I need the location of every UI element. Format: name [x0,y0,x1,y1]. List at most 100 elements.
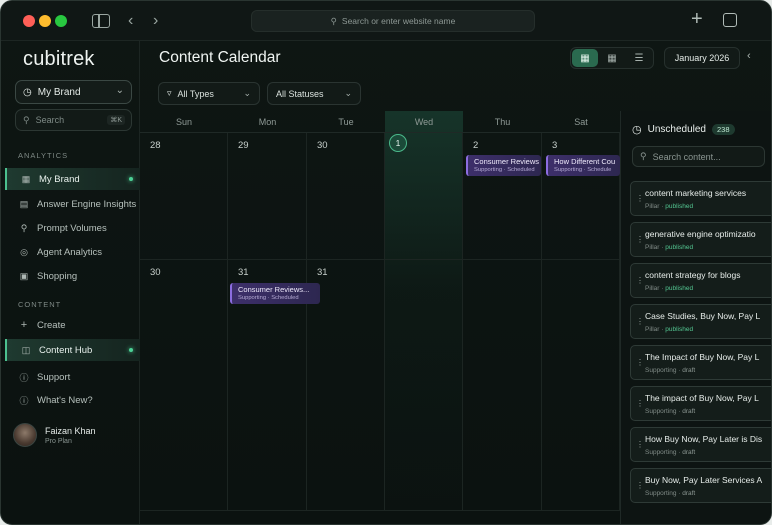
day-cell[interactable]: 28 [140,133,228,260]
item-meta: Pillar · published [645,244,694,251]
active-dot [129,348,133,352]
type-filter[interactable]: ▿ All Types ⌄ [158,82,260,105]
drag-handle-icon[interactable]: ⋮ [636,276,644,285]
item-title: The Impact of Buy Now, Pay L [645,352,760,362]
sidebar: cubitrek ◷ My Brand ⌄ ⚲ Search ⌘K ANALYT… [1,41,140,524]
day-cell[interactable]: 30 [307,133,385,260]
user-profile[interactable]: Faizan Khan Pro Plan [13,423,96,447]
calendar-icon: ▦ [607,52,617,64]
unscheduled-item[interactable]: ⋮ content strategy for blogs Pillar · pu… [630,263,771,298]
bag-icon: ▣ [19,270,29,281]
doc-icon: ▤ [19,198,29,209]
day-cell[interactable]: 29 [228,133,307,260]
help-icon: ⓘ [19,372,29,383]
search-icon: ⚲ [330,15,337,26]
drag-handle-icon[interactable]: ⋮ [636,194,644,203]
sidebar-item-content-hub[interactable]: ◫ Content Hub [5,339,140,361]
sidebar-item-shopping[interactable]: ▣ Shopping [5,265,140,287]
today-indicator: 1 [389,134,407,152]
sidebar-search-placeholder: Search [35,115,65,125]
drag-handle-icon[interactable]: ⋮ [636,399,644,408]
filter-icon: ▿ [167,88,172,98]
search-icon: ⚲ [20,222,28,233]
day-cell[interactable]: 30 [140,260,228,511]
drag-handle-icon[interactable]: ⋮ [636,235,644,244]
item-meta: Pillar · published [645,285,694,292]
unscheduled-item[interactable]: ⋮ generative engine optimizatio Pillar ·… [630,222,771,257]
item-title: content marketing services [645,188,747,198]
day-cell[interactable] [542,260,620,511]
calendar-event[interactable]: Consumer Reviews... Supporting · Schedul… [230,283,320,304]
day-number: 29 [238,140,249,151]
unscheduled-item[interactable]: ⋮ The Impact of Buy Now, Pay L Supportin… [630,345,771,380]
sidebar-item-label: Agent Analytics [37,246,102,258]
status-filter[interactable]: All Statuses ⌄ [267,82,361,105]
sidebar-item-create[interactable]: + Create [5,314,140,336]
close-window-button[interactable] [23,15,35,27]
page-title: Content Calendar [159,49,281,66]
unscheduled-item[interactable]: ⋮ The impact of Buy Now, Pay L Supportin… [630,386,771,421]
url-bar[interactable]: ⚲ Search or enter website name [251,10,535,32]
item-title: Buy Now, Pay Later Services A [645,475,763,485]
item-meta: Supporting · draft [645,490,696,497]
sidebar-item-prompt-volumes[interactable]: ⚲ Prompt Volumes [5,217,140,239]
item-meta: Supporting · draft [645,449,696,456]
day-cell-today[interactable]: 1 [385,133,463,260]
item-meta: Pillar · published [645,326,694,333]
brand-select[interactable]: ◷ My Brand ⌄ [15,80,132,104]
day-number: 30 [150,267,161,278]
item-title: The impact of Buy Now, Pay L [645,393,759,403]
calendar-event[interactable]: How Different Cou Supporting · Schedule [546,155,620,176]
type-filter-label: All Types [177,88,214,99]
sidebar-item-answer-engine-insights[interactable]: ▤ Answer Engine Insights [5,193,140,215]
info-icon: ⓘ [19,395,29,406]
sidebar-toggle-icon[interactable] [92,14,110,28]
unscheduled-title: Unscheduled [647,124,706,135]
weekday-header: Sun [140,111,228,133]
sidebar-item-support[interactable]: ⓘ Support [5,366,140,388]
prev-month-icon[interactable]: ‹ [747,50,751,62]
search-icon: ⚲ [640,151,647,161]
sidebar-item-label: Content Hub [39,344,93,356]
unscheduled-item[interactable]: ⋮ Buy Now, Pay Later Services A Supporti… [630,468,771,503]
sidebar-item-my-brand[interactable]: ▦ My Brand [5,168,140,190]
back-icon[interactable]: ‹ [128,11,133,31]
calendar-view-button[interactable]: ▦ [599,49,625,67]
drag-handle-icon[interactable]: ⋮ [636,358,644,367]
grid-icon: ▦ [21,173,31,184]
unscheduled-item[interactable]: ⋮ How Buy Now, Pay Later is Dis Supporti… [630,427,771,462]
minimize-window-button[interactable] [39,15,51,27]
maximize-window-button[interactable] [55,15,67,27]
list-icon: ☰ [634,52,644,64]
list-view-button[interactable]: ☰ [626,49,652,67]
user-plan: Pro Plan [45,437,72,445]
plus-icon: + [20,319,28,331]
active-dot [129,177,133,181]
sidebar-item-whats-new[interactable]: ⓘ What's New? [5,389,140,411]
new-tab-icon[interactable]: + [691,9,703,29]
event-meta: Supporting · Schedule [554,167,612,173]
month-picker[interactable]: January 2026 [664,47,740,69]
day-cell[interactable]: 3 [542,133,620,260]
calendar-event[interactable]: Consumer Reviews Supporting · Scheduled [466,155,541,176]
sidebar-search-input[interactable]: ⚲ Search ⌘K [15,109,132,131]
day-cell[interactable]: 2 [463,133,542,260]
drag-handle-icon[interactable]: ⋮ [636,317,644,326]
drag-handle-icon[interactable]: ⋮ [636,440,644,449]
grid-view-button[interactable]: ▦ [572,49,598,67]
unscheduled-item[interactable]: ⋮ Case Studies, Buy Now, Pay L Pillar · … [630,304,771,339]
day-cell[interactable] [463,260,542,511]
unscheduled-item[interactable]: ⋮ content marketing services Pillar · pu… [630,181,771,216]
section-content: CONTENT [18,300,62,309]
sidebar-item-agent-analytics[interactable]: ◎ Agent Analytics [5,241,140,263]
forward-icon[interactable]: › [153,11,158,31]
unscheduled-header: ◷ Unscheduled 238 [632,123,735,136]
unscheduled-panel: ◷ Unscheduled 238 ⚲ Search content... ⋮ … [620,111,771,524]
content-search-input[interactable]: ⚲ Search content... [632,146,765,167]
tabs-overview-icon[interactable] [723,13,737,27]
event-title: How Different Cou [554,157,616,166]
drag-handle-icon[interactable]: ⋮ [636,481,644,490]
sidebar-item-label: My Brand [39,173,80,185]
day-cell[interactable] [385,260,463,511]
sidebar-item-label: Answer Engine Insights [37,198,137,210]
